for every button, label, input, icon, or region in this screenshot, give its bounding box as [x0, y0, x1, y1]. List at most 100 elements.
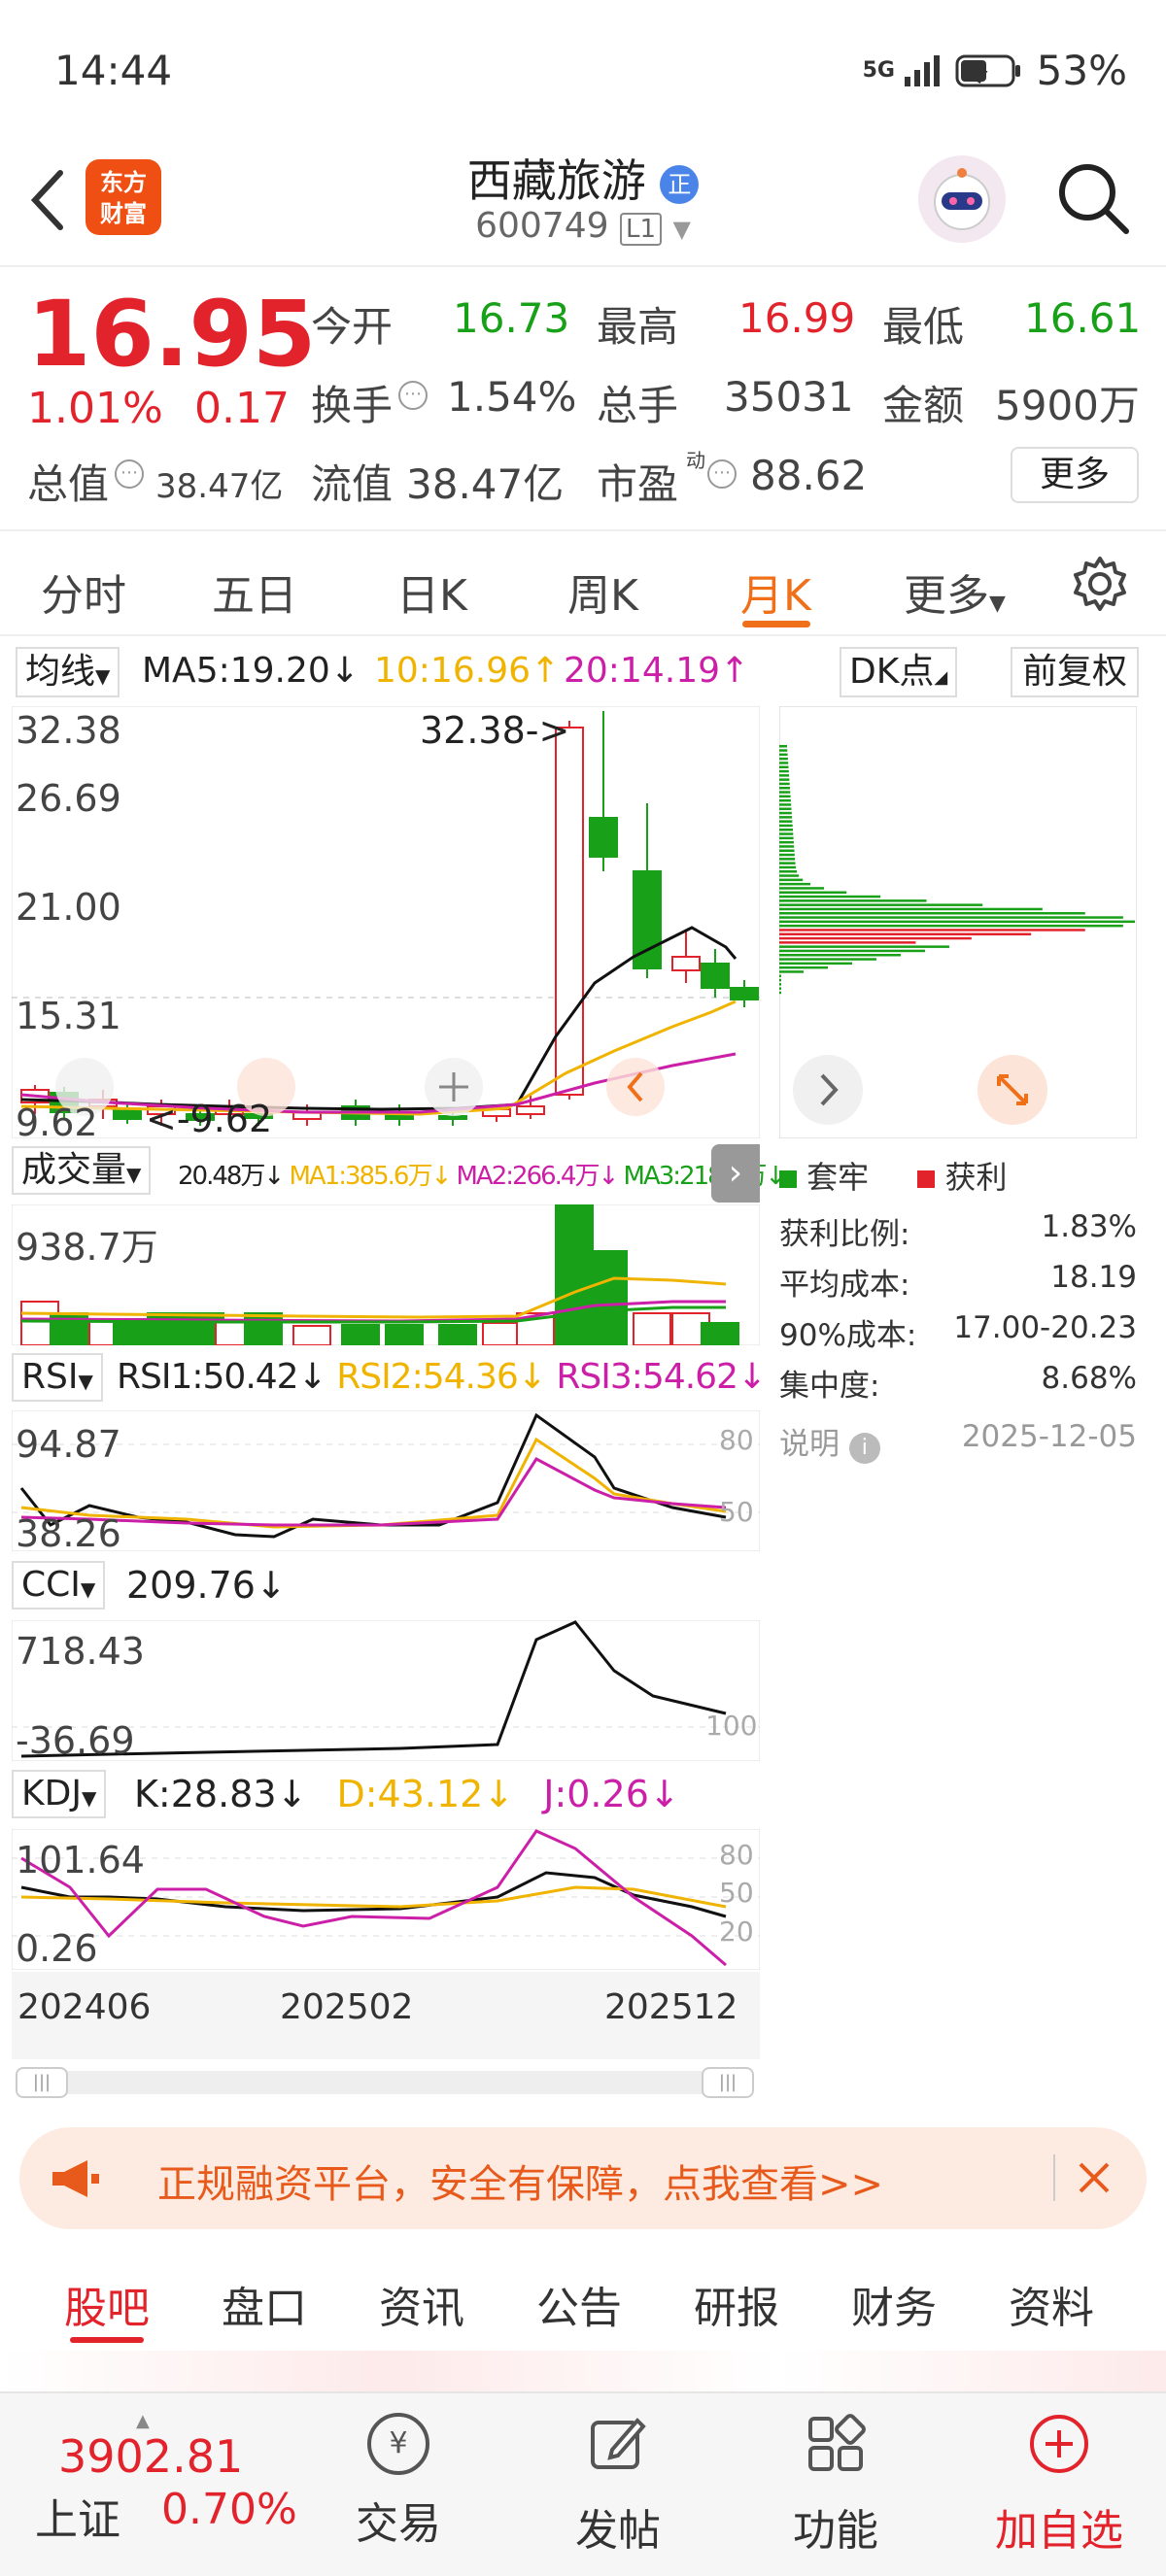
volume-bar — [244, 1312, 283, 1345]
search-button[interactable] — [1054, 159, 1132, 241]
kline-y-bottom: 9.62 — [16, 1102, 98, 1144]
status-bar: 14:44 5G 53% — [0, 0, 1166, 146]
volume-bar — [385, 1324, 424, 1345]
ma5-value: MA5:19.20↓ — [142, 651, 360, 691]
chip-bar — [779, 865, 797, 869]
tab-research[interactable]: 研报 — [694, 2273, 779, 2335]
chip-bar — [779, 807, 792, 810]
tab-monthly[interactable]: 月K — [740, 560, 811, 623]
kline-y-top: 32.38 — [16, 709, 121, 752]
tab-5day[interactable]: 五日 — [212, 560, 297, 623]
stock-code-text: 600749 — [475, 206, 609, 246]
chip-distribution-chart[interactable] — [779, 706, 1137, 1138]
kdj-selector[interactable]: KDJ▼ — [12, 1770, 107, 1818]
chip-bar — [779, 798, 791, 802]
chip-bar — [779, 765, 789, 768]
range-slider[interactable] — [16, 2071, 752, 2094]
assistant-avatar[interactable] — [918, 155, 1006, 243]
candle — [555, 727, 584, 1096]
index-widget[interactable]: ▲ 3902.81 上证 0.70% — [29, 2411, 311, 2553]
chip-bar — [779, 970, 804, 973]
ma-selector[interactable]: 均线▼ — [16, 647, 120, 697]
chip-row-label: 集中度: — [779, 1369, 880, 1404]
chip-bar — [779, 882, 810, 886]
float-value: 38.47亿 — [406, 460, 565, 508]
settings-button[interactable] — [1071, 555, 1129, 617]
chip-bar — [779, 803, 792, 806]
slider-left-handle[interactable]: ||| — [16, 2067, 68, 2098]
post-button[interactable]: 发帖 — [560, 2413, 676, 2558]
slider-right-handle[interactable]: ||| — [702, 2067, 754, 2098]
dropdown-icon: ▼ — [672, 216, 691, 243]
kline-chart[interactable] — [12, 706, 760, 1138]
expand-side-button[interactable]: › — [711, 1144, 760, 1203]
volume-selector[interactable]: 成交量▼ — [12, 1146, 152, 1195]
info-icon[interactable]: ⋯ — [707, 459, 737, 489]
rsi1-value: RSI1:50.42↓ — [117, 1357, 327, 1397]
kdj-y-bottom: 0.26 — [16, 1927, 98, 1970]
rsi-selector[interactable]: RSI▼ — [12, 1353, 103, 1402]
cci-ref-100: 100 — [705, 1710, 758, 1742]
chip-row-label: 获利比例: — [779, 1217, 910, 1252]
chip-bar — [779, 954, 901, 957]
trade-button[interactable]: ¥ 交易 — [340, 2413, 457, 2551]
tab-more[interactable]: 更多▼ — [904, 560, 1006, 623]
caret-down-icon: ▼ — [126, 1163, 142, 1186]
banner-text: 正规融资平台，安全有保障，点我查看>> — [157, 2162, 884, 2207]
add-watchlist-button[interactable]: 加自选 — [981, 2413, 1137, 2558]
tab-more-label: 更多 — [904, 571, 989, 621]
chip-bar — [779, 974, 781, 977]
tab-news[interactable]: 资讯 — [379, 2273, 464, 2335]
chip-row: 90%成本: 17.00-20.23 — [779, 1310, 1137, 1361]
tab-announcements[interactable]: 公告 — [536, 2273, 622, 2335]
search-icon — [1059, 164, 1129, 234]
chip-bar — [779, 795, 791, 798]
trade-label: 交易 — [356, 2499, 441, 2549]
chip-bar — [779, 924, 1123, 928]
rsi-chart[interactable] — [12, 1410, 760, 1551]
turnover-label: 换手 — [311, 382, 394, 429]
tab-finance[interactable]: 财务 — [851, 2273, 937, 2335]
info-icon[interactable]: ⋯ — [115, 459, 144, 489]
chip-bar — [779, 829, 793, 831]
chip-note-row: 说明 i 2025-12-05 — [779, 1419, 1137, 1470]
tab-weekly[interactable]: 周K — [567, 560, 638, 623]
tab-forum[interactable]: 股吧 — [64, 2273, 150, 2335]
content-tabs: 股吧 盘口 资讯 公告 研报 财务 资料 — [0, 2244, 1166, 2349]
volume-selector-label: 成交量 — [21, 1150, 127, 1190]
tab-daily[interactable]: 日K — [396, 560, 467, 623]
tab-profile[interactable]: 资料 — [1009, 2273, 1094, 2335]
chip-bar — [779, 757, 788, 761]
candle — [516, 1105, 545, 1115]
dk-point-button[interactable]: DK点◢ — [840, 647, 958, 697]
grid-icon — [808, 2414, 866, 2471]
x-label-1: 202406 — [17, 1987, 152, 2027]
close-icon[interactable] — [1075, 2158, 1114, 2197]
note-link[interactable]: 说明 i — [779, 1419, 880, 1470]
rsi-selector-label: RSI — [21, 1357, 79, 1397]
candle — [589, 817, 618, 858]
more-button[interactable]: 更多 — [1011, 447, 1139, 503]
promo-banner[interactable]: 正规融资平台，安全有保障，点我查看>> — [19, 2127, 1147, 2229]
info-icon[interactable]: ⋯ — [398, 381, 428, 410]
note-label: 说明 — [779, 1427, 840, 1462]
prev-button[interactable] — [606, 1058, 665, 1116]
amount-value: 5900万 — [995, 382, 1140, 429]
adjust-button[interactable]: 前复权 — [1011, 647, 1140, 697]
chip-bar — [779, 749, 788, 752]
content-preview-strip — [0, 2351, 1166, 2391]
tab-orderbook[interactable]: 盘口 — [222, 2273, 307, 2335]
chip-next-button[interactable] — [793, 1055, 863, 1125]
functions-button[interactable]: 功能 — [777, 2413, 894, 2558]
chip-bar — [779, 753, 788, 757]
tab-intraday[interactable]: 分时 — [41, 560, 126, 623]
chip-bar — [779, 916, 1123, 919]
low-label: 最低 — [882, 303, 965, 351]
badge-icon: 正 — [660, 164, 700, 204]
chip-bar — [779, 870, 798, 873]
chip-date: 2025-12-05 — [961, 1419, 1137, 1454]
chip-bar — [779, 849, 795, 852]
cci-selector[interactable]: CCI▼ — [12, 1561, 106, 1610]
chip-bar — [779, 791, 791, 794]
chip-bar — [779, 782, 790, 786]
